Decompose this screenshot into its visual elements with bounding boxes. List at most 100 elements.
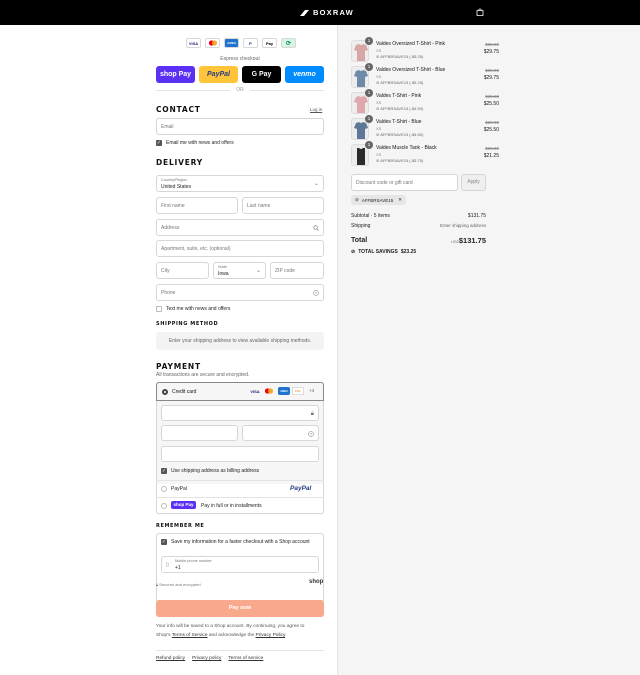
discount-text: AFFBRSAVE15 (-$4.50) <box>380 132 424 137</box>
sale-price: $25.50 <box>483 127 499 133</box>
city-field[interactable]: City <box>156 262 209 279</box>
address-field[interactable]: Address <box>156 219 324 236</box>
last-name-placeholder: Last name <box>247 203 271 209</box>
remember-heading: REMEMBER ME <box>156 523 205 529</box>
accepted-payment-icons: VISA AMEX P Pay ⟳ <box>186 38 296 48</box>
card-number-field[interactable]: 🔒︎ <box>161 405 319 421</box>
help-circle-icon[interactable]: ? <box>308 431 314 437</box>
country-select[interactable]: Country/Region United States ⌄ <box>156 175 324 192</box>
product-name: Valdes T-Shirt - Pink <box>376 93 422 99</box>
secured-label: 🔒︎ Secured and encrypted <box>156 582 201 587</box>
top-bar: BOXRAW <box>0 0 640 25</box>
quantity-badge: 1 <box>365 37 373 45</box>
google-pay-button[interactable]: G Pay <box>242 66 281 83</box>
amex-icon: AMEX <box>278 387 290 395</box>
paypal-button[interactable]: PayPal <box>199 66 238 83</box>
cart-item: 1 Valdes Muscle Tank - Black XS ⊘ AFFBRS… <box>351 141 499 168</box>
zip-placeholder: ZIP code <box>275 268 295 274</box>
brand-logo[interactable]: BOXRAW <box>300 8 354 17</box>
phone-field[interactable]: Phone ? <box>156 284 324 301</box>
state-select[interactable]: State Iowa ⌄ <box>213 262 266 279</box>
shop-pay-logo: shop Pay <box>171 501 196 509</box>
applied-code: AFFBRSAVE15 <box>361 197 394 203</box>
card-cvc-field[interactable]: ? <box>242 425 319 441</box>
apartment-field[interactable]: Apartment, suite, etc. (optional) <box>156 240 324 257</box>
paypal-label: PayPal <box>171 486 187 492</box>
cardholder-name-field[interactable] <box>161 446 319 462</box>
quantity-badge: 1 <box>365 115 373 123</box>
discount-code-field[interactable]: Discount code or gift card <box>351 174 458 191</box>
amex-icon: AMEX <box>224 38 239 48</box>
or-divider: OR <box>156 87 324 93</box>
express-checkout-label: Express checkout <box>220 56 260 62</box>
product-discount: ⊘ AFFBRSAVE15 (-$5.25) <box>376 54 423 59</box>
remember-option[interactable]: ✓ Save my information for a faster check… <box>161 539 310 545</box>
total-value: $131.75 <box>458 236 486 245</box>
text-news-option[interactable]: Text me with news and offers <box>156 306 230 312</box>
original-price: $30.00 <box>485 120 499 125</box>
help-circle-icon[interactable]: ? <box>313 290 319 296</box>
terms-link[interactable]: Terms of Service <box>172 633 208 638</box>
product-discount: ⊘ AFFBRSAVE15 (-$3.75) <box>376 158 423 163</box>
payment-heading: PAYMENT <box>156 362 201 371</box>
total-savings: ⊘ TOTAL SAVINGS $23.25 <box>351 249 416 255</box>
payment-subtitle: All transactions are secure and encrypte… <box>156 372 250 378</box>
shop-pay-radio[interactable] <box>161 503 167 509</box>
product-variant: XS <box>376 126 382 131</box>
sale-price: $21.25 <box>483 153 499 159</box>
mobile-phone-field[interactable]: ▯ Mobile phone number +1 <box>161 556 319 573</box>
product-discount: ⊘ AFFBRSAVE15 (-$4.50) <box>376 106 423 111</box>
credit-card-option[interactable]: Credit card VISA AMEX DISC +4 <box>156 382 324 401</box>
zip-field[interactable]: ZIP code <box>270 262 324 279</box>
billing-same-checkbox[interactable]: ✓ <box>161 468 167 474</box>
paypal-radio[interactable] <box>161 486 167 492</box>
email-news-option[interactable]: ✓ Email me with news and offers <box>156 140 234 146</box>
discount-text: AFFBRSAVE15 (-$5.25) <box>380 54 424 59</box>
privacy-policy-link[interactable]: Privacy policy <box>192 656 221 661</box>
pay-now-button[interactable]: Pay now <box>156 600 324 617</box>
refund-policy-link[interactable]: Refund policy <box>156 656 185 661</box>
applied-discount-chip: ⊘ AFFBRSAVE15 ✕ <box>351 195 406 205</box>
credit-card-radio[interactable] <box>162 389 168 395</box>
first-name-field[interactable]: First name <box>156 197 238 214</box>
discount-text: AFFBRSAVE15 (-$3.75) <box>380 158 424 163</box>
email-news-label: Email me with news and offers <box>166 140 234 146</box>
product-name: Valdes T-Shirt - Blue <box>376 119 422 125</box>
subtotal-label: Subtotal · 5 items <box>351 213 390 219</box>
shop-pay-button[interactable]: shop Pay <box>156 66 195 83</box>
last-name-field[interactable]: Last name <box>242 197 324 214</box>
shop-pay-icon: ⟳ <box>281 38 296 48</box>
product-variant: XS <box>376 100 382 105</box>
card-expiry-field[interactable] <box>161 425 238 441</box>
product-name: Valdes Oversized T-Shirt - Blue <box>376 67 446 73</box>
shop-pay-option[interactable]: shop Pay Pay in full or in installments <box>156 498 324 514</box>
secured-text: Secured and encrypted <box>159 582 201 587</box>
delivery-heading: DELIVERY <box>156 158 204 167</box>
text-news-checkbox[interactable] <box>156 306 162 312</box>
total-label: Total <box>351 237 368 244</box>
remove-discount-icon[interactable]: ✕ <box>398 197 402 203</box>
paypal-option[interactable]: PayPal PayPal <box>156 481 324 497</box>
sale-price: $25.50 <box>483 101 499 107</box>
subtotal-value: $131.75 <box>467 213 486 219</box>
original-price: $30.00 <box>485 94 499 99</box>
privacy-link[interactable]: Privacy Policy <box>256 633 286 638</box>
quantity-badge: 1 <box>365 141 373 149</box>
billing-same-label: Use shipping address as billing address <box>171 468 260 474</box>
apply-button[interactable]: Apply <box>461 174 486 191</box>
email-news-checkbox[interactable]: ✓ <box>156 140 162 146</box>
terms-of-service-link[interactable]: Terms of service <box>228 656 263 661</box>
remember-checkbox[interactable]: ✓ <box>161 539 167 545</box>
apartment-placeholder: Apartment, suite, etc. (optional) <box>161 246 231 252</box>
billing-same-option[interactable]: ✓ Use shipping address as billing addres… <box>161 468 259 474</box>
venmo-button[interactable]: venmo <box>285 66 324 83</box>
shipping-method-note: Enter your shipping address to view avai… <box>156 332 324 350</box>
cart-item: 1 Valdes T-Shirt - Blue XS ⊘ AFFBRSAVE15… <box>351 115 499 142</box>
savings-label: TOTAL SAVINGS <box>358 249 398 255</box>
city-placeholder: City <box>161 268 170 274</box>
login-link[interactable]: Log in <box>310 107 322 112</box>
tag-icon: ⊘ <box>355 197 359 202</box>
shopping-bag-icon[interactable] <box>476 8 484 16</box>
original-price: $35.00 <box>485 68 499 73</box>
email-field[interactable]: Email <box>156 118 324 135</box>
